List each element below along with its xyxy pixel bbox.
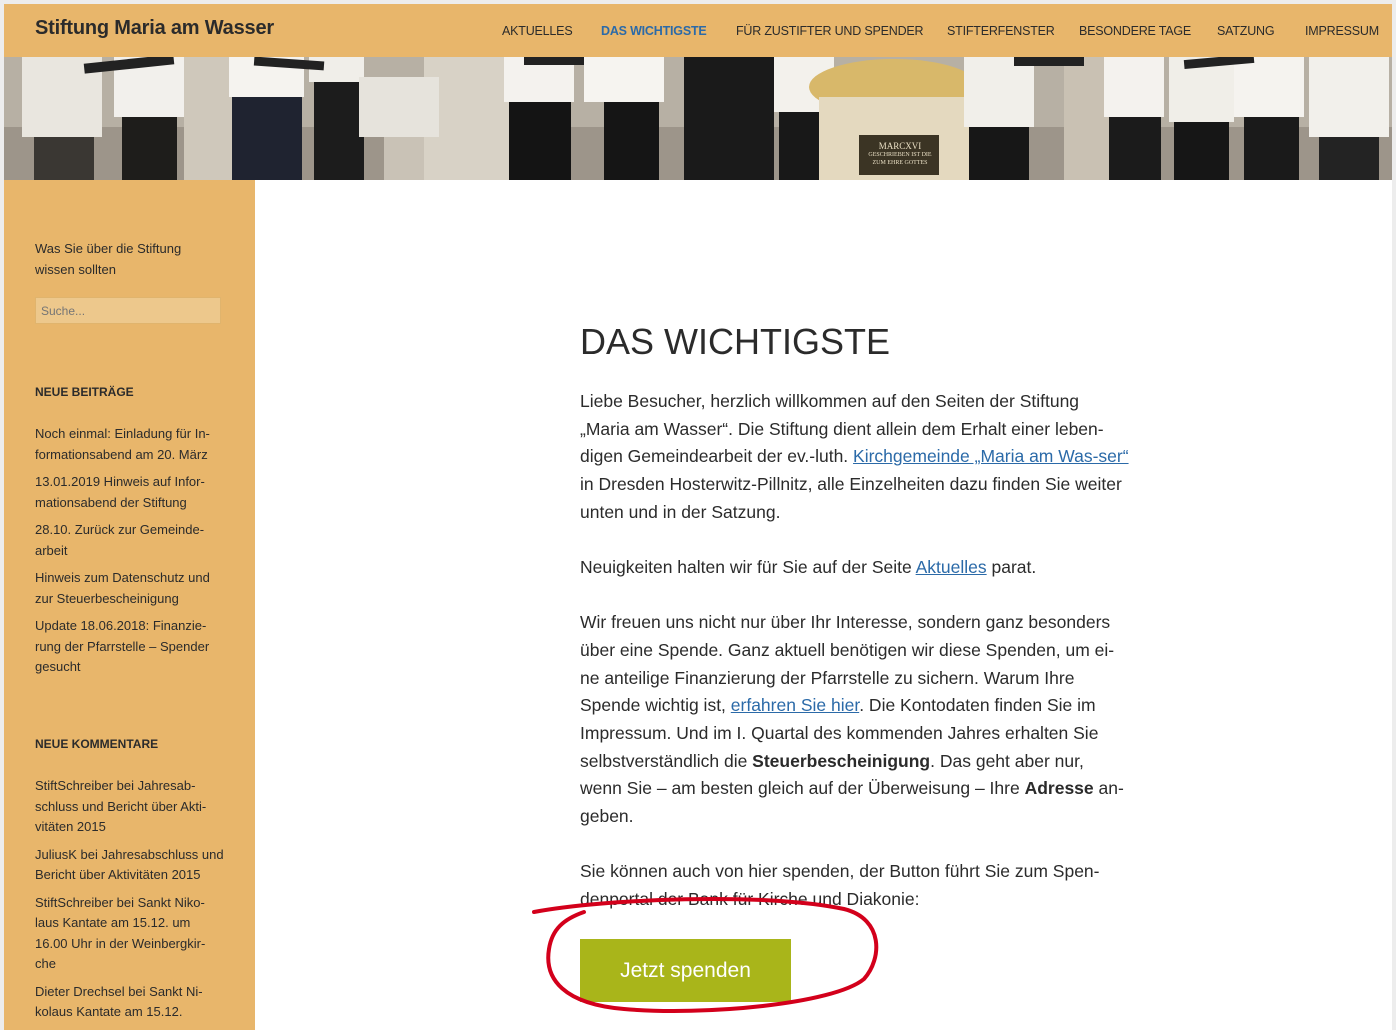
entry-content: Liebe Besucher, herzlich willkommen auf … (580, 388, 1130, 941)
recent-comment-link[interactable]: StiftSchreiber bei Jahresab-schluss und … (35, 776, 225, 838)
plaque-line-2: GESCHRIEBEN IST DIE (868, 152, 932, 158)
recent-comment-link[interactable]: StiftSchreiber bei Sankt Niko-laus Kanta… (35, 893, 225, 975)
recent-comment-link[interactable]: Dieter Drechsel bei Sankt Ni-kolaus Kant… (35, 982, 225, 1023)
nav-item-besondere-tage[interactable]: Besondere Tage (1079, 24, 1191, 38)
browser-page: Stiftung Maria am Wasser Aktuelles Das W… (4, 4, 1392, 1030)
nav-item-satzung[interactable]: Satzung (1217, 24, 1275, 38)
learn-more-link[interactable]: erfahren Sie hier (731, 695, 859, 715)
recent-comments-list: StiftSchreiber bei Jahresab-schluss und … (35, 776, 225, 1030)
sidebar: Was Sie über die Stiftung wissen sollten… (4, 180, 255, 1030)
nav-item-das-wichtigste[interactable]: Das Wichtigste (601, 24, 707, 38)
news-text: Neuigkeiten halten wir für Sie auf der S… (580, 557, 916, 578)
recent-posts-list: Noch einmal: Einladung für In-formations… (35, 424, 225, 685)
recent-post-link[interactable]: 28.10. Zurück zur Gemeinde-arbeit (35, 520, 225, 561)
main-content: DAS WICHTIGSTE Liebe Besucher, herzlich … (255, 180, 1392, 1030)
intro-text-end: in Dresden Hosterwitz-Pillnitz, alle Ein… (580, 474, 1122, 522)
donation-paragraph: Wir freuen uns nicht nur über Ihr Intere… (580, 609, 1130, 831)
site-header: Stiftung Maria am Wasser Aktuelles Das W… (4, 4, 1392, 57)
news-paragraph: Neuigkeiten halten wir für Sie auf der S… (580, 554, 1130, 582)
search-input[interactable] (35, 297, 221, 324)
nav-item-aktuelles[interactable]: Aktuelles (502, 24, 573, 38)
site-title[interactable]: Stiftung Maria am Wasser (35, 17, 274, 40)
plaque-line-1: MARCXVI (878, 141, 922, 151)
plaque-line-3: ZUM EHRE GOTTES (872, 160, 928, 166)
news-text-end: parat. (986, 557, 1037, 578)
donate-button[interactable]: Jetzt spenden (580, 939, 791, 1002)
recent-post-link[interactable]: 13.01.2019 Hinweis auf Infor-mationsaben… (35, 472, 225, 513)
kirchgemeinde-link[interactable]: Kirchgemeinde „Maria am Was-ser“ (853, 446, 1129, 466)
page-title: DAS WICHTIGSTE (580, 321, 891, 362)
donate-portal-paragraph: Sie können auch von hier spenden, der Bu… (580, 861, 1100, 910)
recent-post-link[interactable]: Noch einmal: Einladung für In-formations… (35, 424, 225, 465)
nav-item-zustifter-spender[interactable]: Für Zustifter und Spender (736, 24, 924, 38)
tax-receipt-emphasis: Steuerbescheinigung (752, 750, 931, 771)
nav-item-impressum[interactable]: Impressum (1305, 24, 1379, 38)
address-emphasis: Adresse (1024, 778, 1094, 799)
nav-item-stifterfenster[interactable]: Stifterfenster (947, 24, 1055, 38)
recent-comments-title: Neue Kommentare (35, 737, 159, 751)
aktuelles-link[interactable]: Aktuelles (916, 557, 987, 577)
recent-posts-title: Neue Beiträge (35, 385, 134, 399)
recent-post-link[interactable]: Update 18.06.2018: Finanzie-rung der Pfa… (35, 616, 225, 678)
intro-paragraph: Liebe Besucher, herzlich willkommen auf … (580, 388, 1130, 527)
site-description: Was Sie über die Stiftung wissen sollten (35, 241, 182, 277)
header-banner-image: MARCXVI GESCHRIEBEN IST DIE ZUM EHRE GOT… (4, 57, 1392, 180)
banner-plaque: MARCXVI GESCHRIEBEN IST DIE ZUM EHRE GOT… (862, 141, 938, 167)
recent-post-link[interactable]: Hinweis zum Datenschutz und zur Steuerbe… (35, 568, 225, 609)
recent-comment-link[interactable]: JuliusK bei Jahresabschluss und Bericht … (35, 845, 225, 886)
